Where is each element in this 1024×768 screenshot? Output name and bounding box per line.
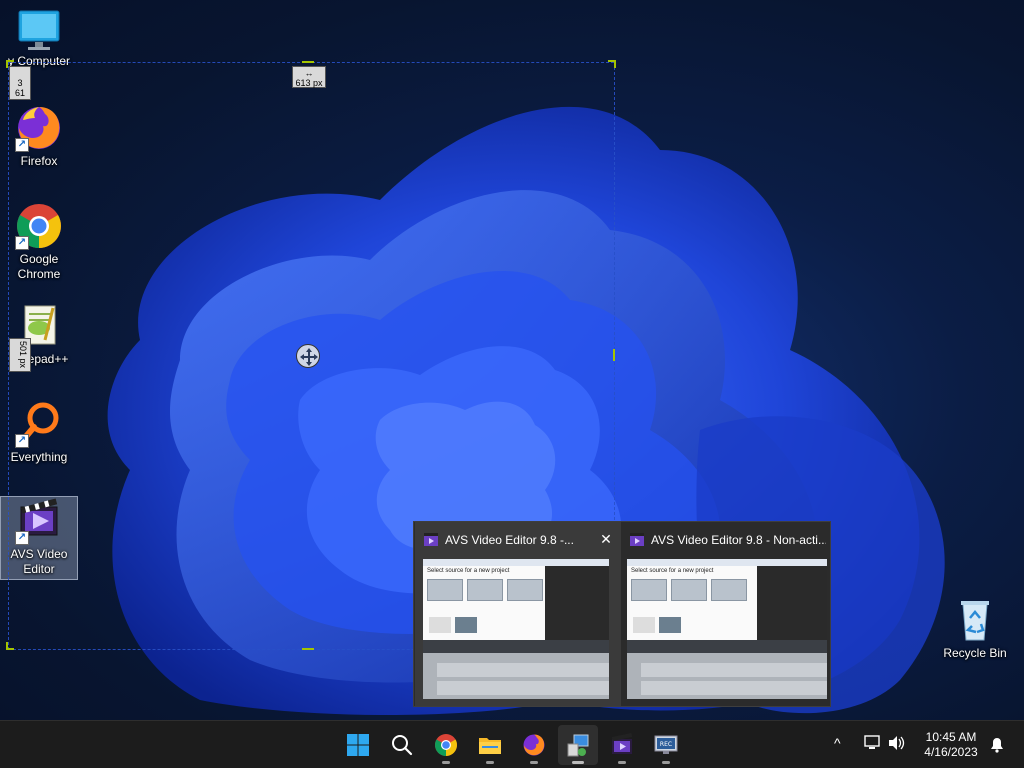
height-size-label-top: 3 61 [9,66,31,100]
snip-corner-bottom-left[interactable] [6,642,14,650]
chrome-icon: ↗ [15,202,63,250]
height-size-label-side: 501 px [9,338,31,372]
window-preview: Select source for a new project [423,559,609,699]
taskbar-recorder-button[interactable]: REC [646,725,686,765]
folder-icon [478,733,502,757]
taskbar-start-button[interactable] [338,725,378,765]
thumbnail-title: AVS Video Editor 9.8 - Non-acti... [651,533,826,547]
clock-time: 10:45 AM [925,730,977,744]
taskbar-chrome-button[interactable] [426,725,466,765]
running-indicator [442,761,450,764]
firefox-icon: ↗ [15,104,63,152]
svg-text:REC: REC [660,741,672,748]
recycle-bin-icon [951,596,999,644]
taskbar-search-button[interactable] [382,725,422,765]
running-indicator [572,761,584,764]
network-icon[interactable] [864,735,882,754]
shortcut-arrow-icon: ↗ [15,531,29,545]
move-handle-icon[interactable] [296,344,320,368]
snip-handle-right[interactable] [613,349,615,361]
avs-video-editor-icon: ↗ [15,497,63,545]
taskbar-avs-video-editor-button[interactable] [602,725,642,765]
thumbnail-title: AVS Video Editor 9.8 -... [445,533,574,547]
desktop-icon-label-line2: Editor [23,562,55,576]
taskbar-firefox-button[interactable] [514,725,554,765]
desktop-icon-label-line1: AVS Video [10,547,68,561]
search-icon [390,733,414,757]
chrome-icon [434,733,458,757]
running-indicator [618,761,626,764]
notifications-icon[interactable] [988,735,1006,756]
shortcut-arrow-icon: ↗ [15,434,29,448]
desktop-icon-label-line1: Google [19,252,59,266]
taskbar-thumbnail-popup: AVS Video Editor 9.8 -... ✕ Select sourc… [413,521,831,707]
running-indicator [662,761,670,764]
taskbar-installer-button[interactable] [558,725,598,765]
window-thumbnail-2[interactable]: AVS Video Editor 9.8 - Non-acti... Selec… [621,522,831,706]
desktop-icon-label: Everything [10,450,68,464]
avs-video-editor-icon [610,732,634,757]
shortcut-arrow-icon: ↗ [15,236,29,250]
desktop-icon-google-chrome[interactable]: ↗ Google Chrome [0,202,78,286]
running-indicator [530,761,538,764]
taskbar: REC ^ 10:45 AM 4/16/2023 [0,720,1024,768]
window-preview: Select source for a new project [627,559,827,699]
desktop-icon-label: Firefox [20,154,58,168]
desktop-icon-recycle-bin[interactable]: Recycle Bin [936,596,1014,662]
shortcut-arrow-icon: ↗ [15,138,29,152]
everything-search-icon: ↗ [15,400,63,448]
installer-icon [566,733,590,757]
clock-date: 4/16/2023 [924,745,978,759]
preview-heading: Select source for a new project [427,568,510,574]
show-hidden-icons-chevron-icon[interactable]: ^ [834,735,841,751]
running-indicator [486,761,494,764]
windows-start-icon [346,733,370,757]
preview-heading: Select source for a new project [631,568,714,574]
snip-handle-top[interactable] [302,61,314,63]
volume-icon[interactable] [888,735,906,754]
desktop-icon-label: Recycle Bin [943,646,1007,660]
desktop-icon-everything[interactable]: ↗ Everything [0,400,78,466]
firefox-icon [522,733,546,757]
width-size-label: ↔ 613 px [292,66,326,88]
recorder-icon: REC [654,733,678,757]
avs-video-editor-icon [629,532,645,548]
close-icon[interactable]: ✕ [597,530,615,548]
taskbar-file-explorer-button[interactable] [470,725,510,765]
desktop-icon-avs-video-editor[interactable]: ↗ AVS Video Editor [0,496,78,580]
window-thumbnail-1[interactable]: AVS Video Editor 9.8 -... ✕ Select sourc… [415,522,621,706]
snip-handle-bottom[interactable] [302,648,314,650]
desktop-icon-firefox[interactable]: ↗ Firefox [0,104,78,174]
avs-video-editor-icon [423,532,439,548]
computer-icon [15,8,63,52]
snip-corner-top-right[interactable] [608,60,616,68]
desktop-icon-label-line2: Chrome [17,267,61,281]
taskbar-clock[interactable]: 10:45 AM 4/16/2023 [914,730,988,760]
